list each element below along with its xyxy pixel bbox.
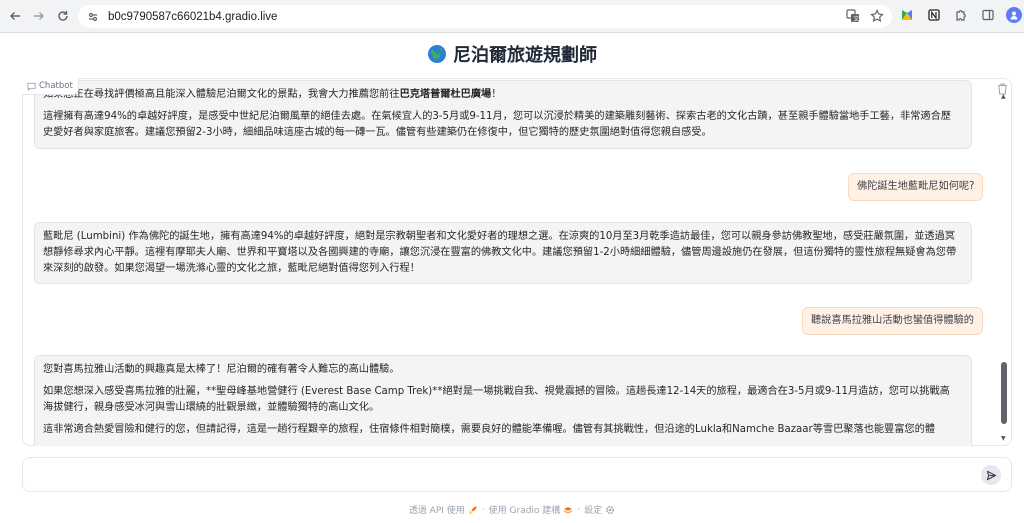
highlight-place: 巴克塔普爾杜巴廣場 bbox=[399, 89, 492, 100]
translate-icon[interactable]: 文 bbox=[844, 7, 862, 25]
back-button[interactable] bbox=[3, 4, 27, 28]
send-icon bbox=[986, 470, 996, 480]
trash-icon bbox=[998, 83, 1007, 95]
scroll-thumb[interactable] bbox=[1001, 362, 1007, 424]
message-input-box[interactable] bbox=[22, 457, 1012, 492]
bot-message-1-paragraph-2: 這裡擁有高達94%的卓越好評度，是感受中世紀尼泊爾風華的絕佳去處。在氣候宜人的3… bbox=[43, 111, 951, 139]
side-panel-icon[interactable] bbox=[979, 6, 997, 24]
clear-chat-button[interactable] bbox=[997, 80, 1009, 95]
extension-colorful-icon[interactable] bbox=[898, 6, 916, 24]
address-bar[interactable]: b0c9790587c66021b4.gradio.live 文 bbox=[78, 5, 892, 28]
bot-message-2: 藍毗尼 (Lumbini) 作為佛陀的誕生地，擁有高達94%的卓越好評度，絕對是… bbox=[34, 222, 972, 284]
site-info-icon[interactable] bbox=[84, 8, 102, 26]
chat-bubble-icon bbox=[27, 82, 36, 91]
extension-notion-icon[interactable] bbox=[925, 6, 943, 24]
bot-message-1: 如果您正在尋找評價極高且能深入體驗尼泊爾文化的景點，我會大力推薦您前往巴克塔普爾… bbox=[34, 80, 972, 149]
svg-text:文: 文 bbox=[853, 15, 859, 23]
bot-message-1-paragraph-1: 如果您正在尋找評價極高且能深入體驗尼泊爾文化的景點，我會大力推薦您前往巴克塔普爾… bbox=[43, 89, 502, 100]
gear-icon bbox=[606, 505, 615, 514]
user-message-2: 聽說喜馬拉雅山活動也蠻值得體驗的 bbox=[802, 307, 983, 336]
scroll-down-icon[interactable]: ▼ bbox=[1001, 435, 1006, 442]
arrow-left-icon bbox=[10, 12, 20, 20]
url-text[interactable]: b0c9790587c66021b4.gradio.live bbox=[108, 11, 277, 23]
browser-toolbar: b0c9790587c66021b4.gradio.live 文 bbox=[0, 0, 1024, 33]
bot-message-3: 您對喜馬拉雅山活動的興趣真是太棒了！尼泊爾的確有著令人難忘的高山體驗。 如果您想… bbox=[34, 355, 972, 446]
chatbot-label: Chatbot bbox=[22, 78, 79, 95]
page-title-text: 尼泊爾旅遊規劃師 bbox=[453, 45, 597, 66]
message-input[interactable] bbox=[33, 464, 973, 486]
bookmark-star-icon[interactable] bbox=[868, 7, 886, 25]
forward-button[interactable] bbox=[27, 4, 51, 28]
gradio-logo-icon bbox=[564, 506, 573, 514]
send-button[interactable] bbox=[981, 465, 1001, 485]
footer: 透過 API 使用 · 使用 Gradio 建構 · 設定 bbox=[0, 503, 1024, 516]
profile-avatar[interactable] bbox=[1006, 7, 1022, 23]
footer-settings-link[interactable]: 設定 bbox=[584, 503, 615, 516]
rocket-icon bbox=[468, 506, 477, 514]
footer-api-link[interactable]: 透過 API 使用 bbox=[409, 503, 478, 516]
arrow-right-icon bbox=[34, 12, 44, 20]
reload-icon bbox=[58, 11, 68, 21]
footer-gradio-link[interactable]: 使用 Gradio 建構 bbox=[489, 503, 574, 516]
extensions-puzzle-icon[interactable] bbox=[952, 6, 970, 24]
user-message-1: 佛陀誕生地藍毗尼如何呢? bbox=[848, 173, 984, 202]
page-title: 尼泊爾旅遊規劃師 bbox=[0, 41, 1024, 67]
globe-icon bbox=[428, 45, 446, 63]
reload-button[interactable] bbox=[51, 4, 75, 28]
chatbot-label-text: Chatbot bbox=[39, 81, 73, 91]
